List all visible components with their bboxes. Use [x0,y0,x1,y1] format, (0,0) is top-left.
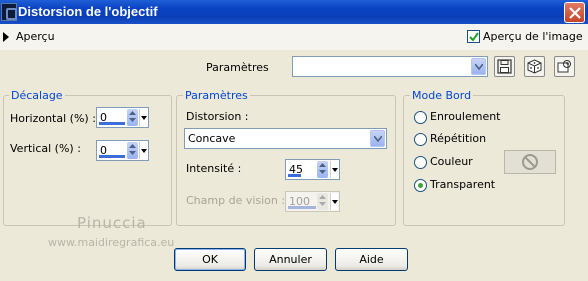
close-icon [569,7,581,19]
distortion-value: Concave [188,132,236,145]
distortion-label: Distorsion : [186,110,249,123]
floppy-disk-icon [497,59,512,74]
intensity-popout-arrow[interactable] [330,161,338,178]
app-icon [1,3,17,21]
close-button[interactable] [564,2,585,23]
expand-arrow-icon[interactable] [3,32,9,42]
cancel-button[interactable]: Annuler [254,248,327,271]
check-icon [469,32,479,42]
field-of-view-popout-arrow [330,193,338,210]
chevron-down-icon [374,136,382,142]
radio-couleur-label[interactable]: Couleur [430,155,473,168]
image-preview-checkbox[interactable] [467,30,480,43]
intensity-label: Intensité : [186,162,242,175]
spin-arrows-icon [129,144,136,155]
horizontal-label: Horizontal (%) : [10,112,96,125]
vertical-label: Vertical (%) : [10,142,81,155]
ok-button[interactable]: OK [174,248,246,271]
presets-label: Paramètres [206,61,269,74]
image-preview-label[interactable]: Aperçu de l'image [483,30,583,43]
distortion-dropdown-button[interactable] [370,130,385,147]
radio-transparent[interactable] [414,179,427,192]
intensity-spinner[interactable]: 45 [285,159,340,180]
spin-arrows-icon [319,163,326,174]
watermark-name: Pinuccia [77,214,147,232]
window-title: Distorsion de l'objectif [18,4,158,19]
radio-transparent-label[interactable]: Transparent [430,178,495,191]
field-of-view-slider-bar [288,206,316,209]
offset-group-title: Décalage [9,89,65,102]
no-color-icon [522,154,538,170]
presets-select[interactable] [292,56,488,77]
radio-enroulement-label[interactable]: Enroulement [430,110,501,123]
field-of-view-spin-buttons [317,193,328,210]
color-swatch-button [504,150,556,174]
intensity-spin-buttons[interactable] [317,161,328,178]
radio-repetition-label[interactable]: Répétition [430,132,486,145]
manage-presets-button[interactable] [554,56,575,77]
vertical-popout-arrow[interactable] [139,142,147,159]
horizontal-spin-buttons[interactable] [127,109,138,126]
distortion-select[interactable]: Concave [184,128,387,149]
radio-enroulement[interactable] [414,111,427,124]
field-of-view-spinner: 100 [285,191,340,212]
presets-dropdown-button[interactable] [471,58,486,75]
spin-arrows-icon [319,195,326,206]
random-preset-button[interactable] [524,56,545,77]
preset-manager-icon [557,60,571,73]
help-button[interactable]: Aide [335,248,408,271]
spin-arrows-icon [129,111,136,122]
intensity-slider-bar[interactable] [288,174,301,177]
chevron-down-icon [475,64,483,70]
horizontal-spinner[interactable]: 0 [96,107,149,128]
horizontal-popout-arrow[interactable] [139,109,147,126]
radio-repetition[interactable] [414,133,427,146]
watermark-url: www.maidiregrafica.eu [48,236,175,249]
dice-icon [527,59,542,74]
radio-couleur[interactable] [414,156,427,169]
preview-toggle-label[interactable]: Aperçu [16,30,55,43]
parameters-group-title: Paramètres [183,89,250,102]
save-preset-button[interactable] [494,56,515,77]
field-of-view-label: Champ de vision : [186,194,286,207]
horizontal-slider-bar[interactable] [99,122,125,125]
vertical-spin-buttons[interactable] [127,142,138,159]
vertical-slider-bar[interactable] [99,155,125,158]
vertical-spinner[interactable]: 0 [96,140,149,161]
edge-mode-group-title: Mode Bord [410,89,474,102]
